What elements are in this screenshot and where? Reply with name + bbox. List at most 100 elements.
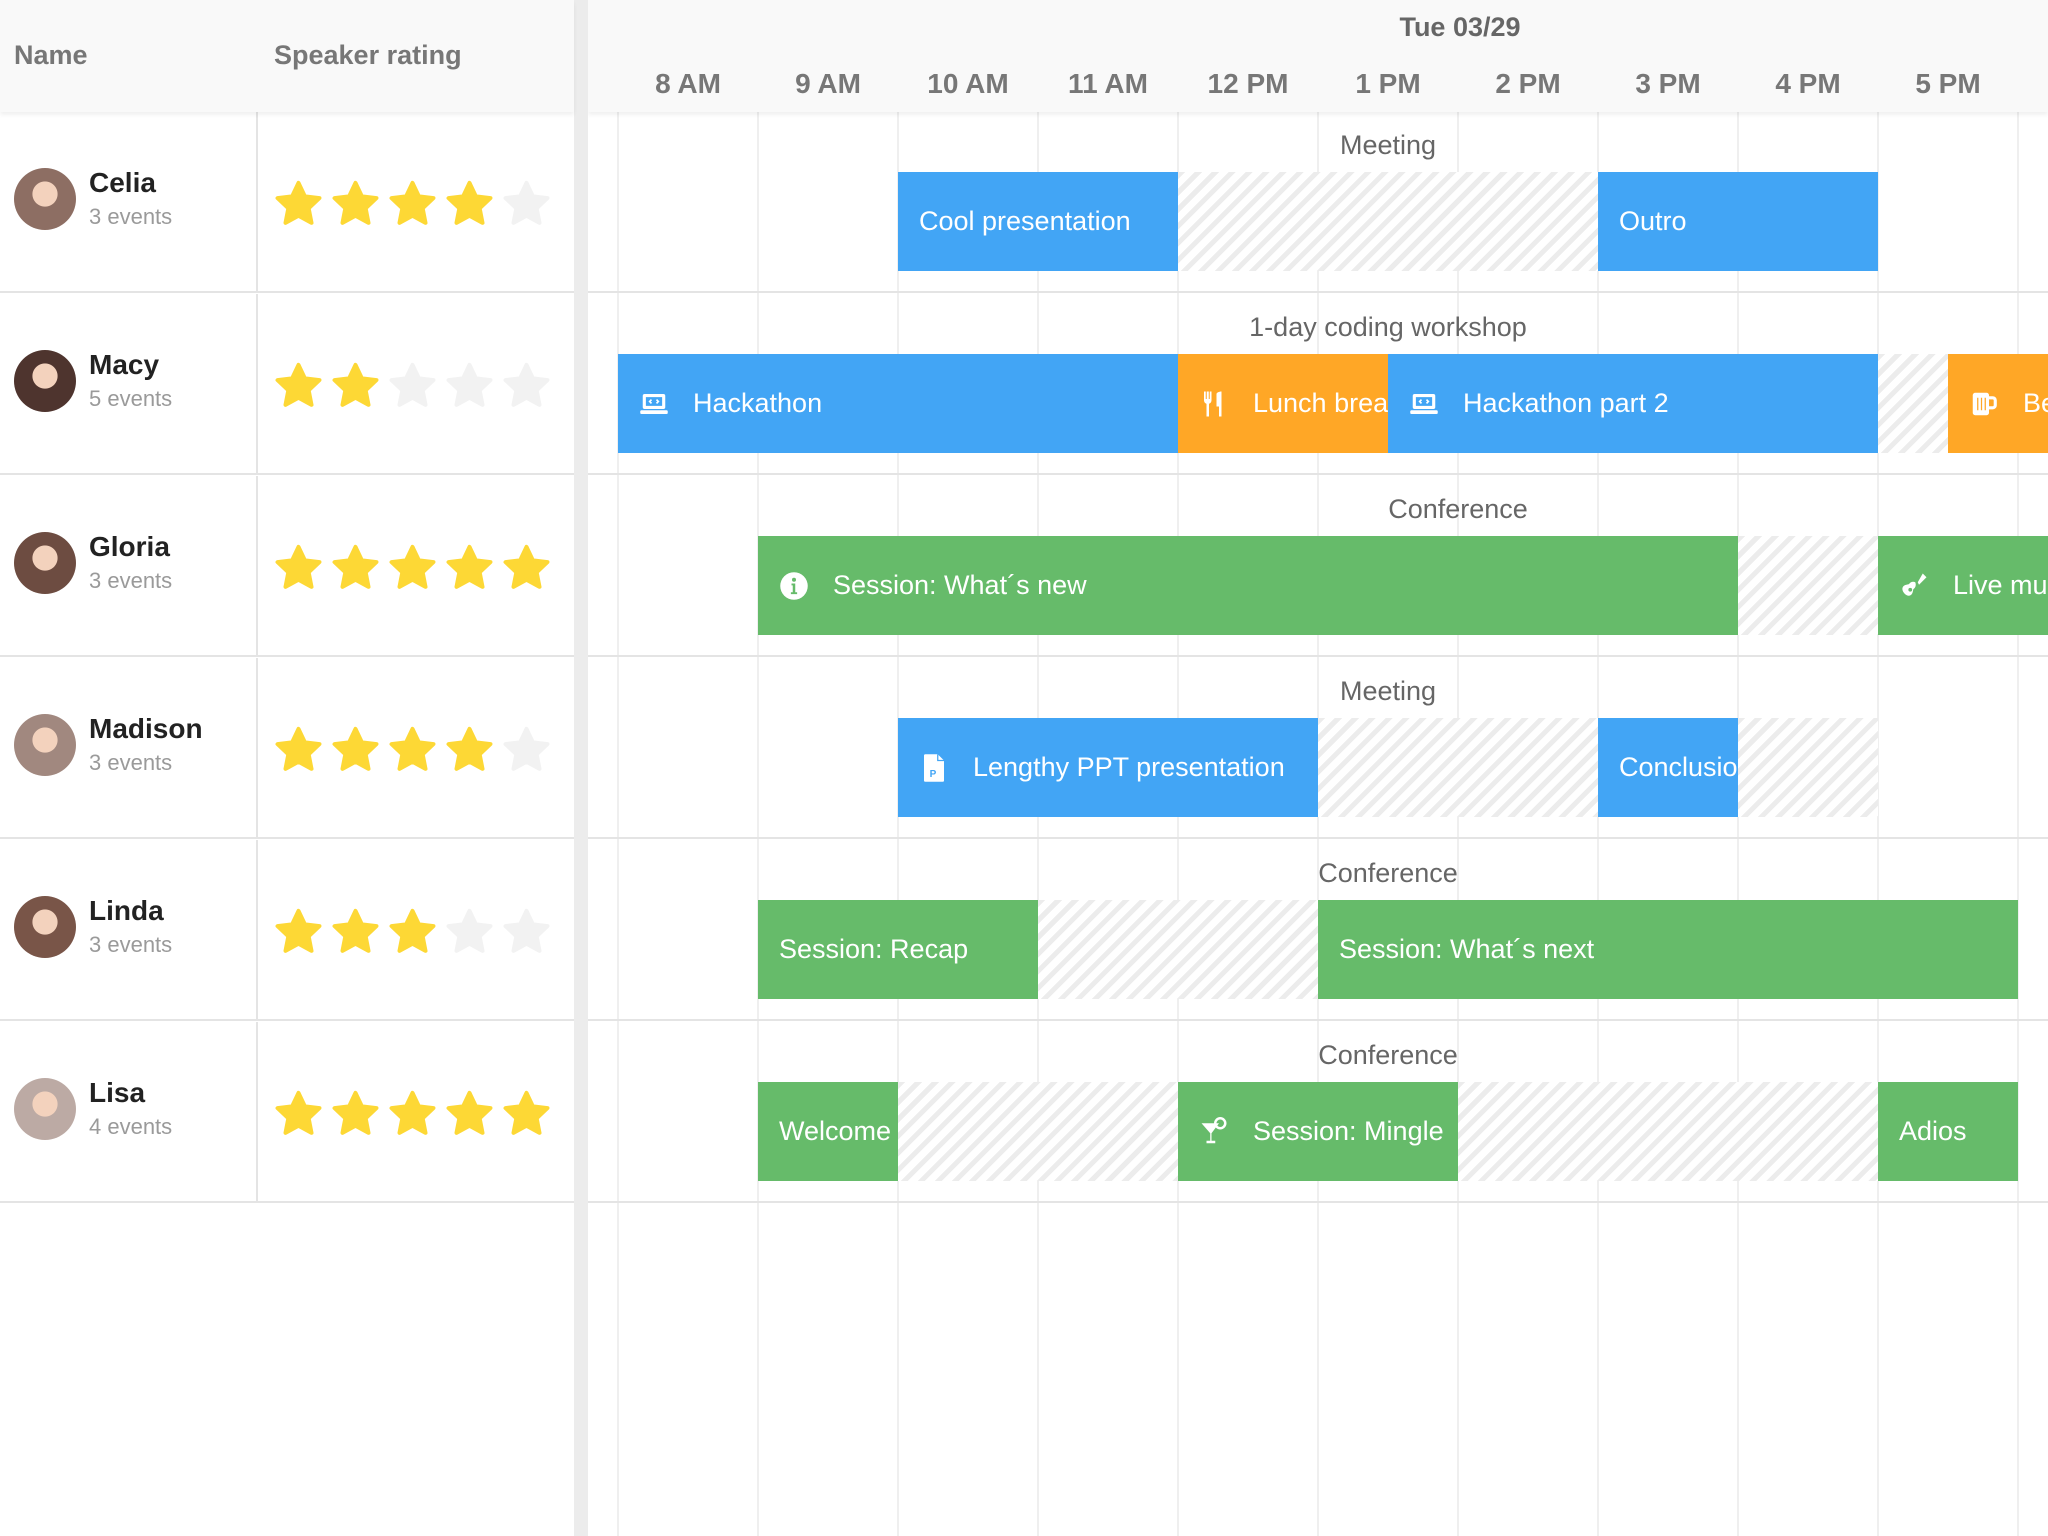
event-group-label: Meeting xyxy=(1339,676,1437,706)
resource-row[interactable]: Gloria 3 events xyxy=(0,476,574,657)
event-count: 4 events xyxy=(89,1114,173,1139)
travel-gap xyxy=(898,1082,1178,1181)
event-group-label: 1-day coding workshop xyxy=(1249,312,1527,342)
speaker-rating[interactable] xyxy=(272,360,553,418)
event-bar[interactable]: Session: Recap xyxy=(758,900,1038,999)
star-empty-icon[interactable] xyxy=(386,360,439,418)
travel-gap xyxy=(1038,900,1318,999)
resource-row[interactable]: Lisa 4 events xyxy=(0,1022,574,1203)
event-bar[interactable]: Session: What´s next xyxy=(1318,900,2018,999)
star-filled-icon[interactable] xyxy=(329,360,382,418)
event-bar[interactable]: Beer xyxy=(1948,354,2048,453)
svg-text:P: P xyxy=(930,768,937,779)
star-empty-icon[interactable] xyxy=(500,724,553,782)
resource-row[interactable]: Macy 5 events xyxy=(0,294,574,475)
star-filled-icon[interactable] xyxy=(386,178,439,236)
event-name: Lunch break xyxy=(1253,388,1388,418)
event-bar[interactable]: Live music xyxy=(1878,536,2048,635)
star-filled-icon[interactable] xyxy=(329,724,382,782)
event-bar[interactable]: Welcome xyxy=(758,1082,898,1181)
star-empty-icon[interactable] xyxy=(443,906,496,964)
event-bar[interactable]: P Lengthy PPT presentation xyxy=(898,718,1318,817)
resource-name: Lisa xyxy=(89,1077,146,1108)
event-name: Session: Recap xyxy=(779,934,969,964)
speaker-rating[interactable] xyxy=(272,178,553,236)
star-empty-icon[interactable] xyxy=(443,360,496,418)
event-bar[interactable]: Adios xyxy=(1878,1082,2018,1181)
star-filled-icon[interactable] xyxy=(500,1088,553,1146)
star-filled-icon[interactable] xyxy=(443,724,496,782)
resource-row[interactable]: Madison 3 events xyxy=(0,658,574,839)
star-empty-icon[interactable] xyxy=(500,178,553,236)
event-bar[interactable]: Hackathon xyxy=(618,354,1178,453)
resource-name: Celia xyxy=(89,167,156,198)
star-filled-icon[interactable] xyxy=(443,178,496,236)
hour-label: 11 AM xyxy=(1068,68,1148,99)
speaker-rating[interactable] xyxy=(272,542,553,600)
travel-gap xyxy=(1458,1082,1878,1181)
name-cell: Linda 3 events xyxy=(0,840,258,1019)
star-filled-icon[interactable] xyxy=(272,906,325,964)
event-bar[interactable]: Cool presentation xyxy=(898,172,1178,271)
event-bar[interactable]: Session: What´s new xyxy=(758,536,1738,635)
star-filled-icon[interactable] xyxy=(272,542,325,600)
event-group-label: Conference xyxy=(1318,858,1458,888)
star-filled-icon[interactable] xyxy=(272,360,325,418)
avatar xyxy=(14,714,76,776)
event-name: Adios xyxy=(1899,1116,1967,1146)
star-filled-icon[interactable] xyxy=(386,906,439,964)
event-name: Session: Mingle xyxy=(1253,1116,1444,1146)
hour-label: 12 PM xyxy=(1207,68,1289,99)
resource-row[interactable]: Linda 3 events xyxy=(0,840,574,1021)
star-empty-icon[interactable] xyxy=(500,360,553,418)
timeline-row: Conference Session: Recap Session: What´s … xyxy=(588,840,2048,1021)
star-filled-icon[interactable] xyxy=(329,178,382,236)
hour-label: 8 AM xyxy=(655,68,721,99)
name-cell: Madison 3 events xyxy=(0,658,258,837)
event-group-label: Meeting xyxy=(1339,130,1437,160)
star-empty-icon[interactable] xyxy=(500,906,553,964)
event-name: Session: What´s new xyxy=(833,570,1087,600)
star-filled-icon[interactable] xyxy=(386,542,439,600)
utensils-icon xyxy=(1199,389,1229,419)
speaker-rating[interactable] xyxy=(272,1088,553,1146)
resource-name: Madison xyxy=(89,713,203,744)
event-group-label: Conference xyxy=(1388,494,1528,524)
star-filled-icon[interactable] xyxy=(500,542,553,600)
star-filled-icon[interactable] xyxy=(329,1088,382,1146)
hour-label: 10 AM xyxy=(927,68,1009,99)
star-filled-icon[interactable] xyxy=(272,724,325,782)
event-group-label: Conference xyxy=(1318,1040,1458,1070)
star-filled-icon[interactable] xyxy=(329,906,382,964)
event-bar[interactable]: Hackathon part 2 xyxy=(1388,354,1878,453)
timeline-row: Conference Welcome Session: Mingle Adios xyxy=(588,1022,2048,1203)
travel-gap xyxy=(1738,718,1878,817)
star-filled-icon[interactable] xyxy=(386,724,439,782)
name-cell: Lisa 4 events xyxy=(0,1022,258,1201)
travel-gap xyxy=(1178,172,1598,271)
speaker-rating[interactable] xyxy=(272,906,553,964)
column-header-rating[interactable]: Speaker rating xyxy=(274,40,462,71)
resource-panel: Name Speaker rating Celia 3 events Macy 5 e… xyxy=(0,0,574,1536)
event-bar[interactable]: Lunch break xyxy=(1178,354,1388,453)
star-filled-icon[interactable] xyxy=(443,542,496,600)
event-bar[interactable]: Conclusion xyxy=(1598,718,1738,817)
resource-header: Name Speaker rating xyxy=(0,0,574,112)
timeline-row: Meeting Cool presentation Outro xyxy=(588,112,2048,293)
resource-row[interactable]: Celia 3 events xyxy=(0,112,574,293)
star-filled-icon[interactable] xyxy=(329,542,382,600)
event-bar[interactable]: Outro xyxy=(1598,172,1878,271)
star-filled-icon[interactable] xyxy=(272,1088,325,1146)
event-bar[interactable]: Session: Mingle xyxy=(1178,1082,1458,1181)
panel-splitter[interactable] xyxy=(574,0,588,1536)
star-filled-icon[interactable] xyxy=(272,178,325,236)
avatar xyxy=(14,532,76,594)
column-header-name[interactable]: Name xyxy=(14,40,88,71)
guitar-icon xyxy=(1899,571,1929,601)
name-cell: Macy 5 events xyxy=(0,294,258,473)
star-filled-icon[interactable] xyxy=(386,1088,439,1146)
event-name: Welcome xyxy=(779,1116,892,1146)
speaker-rating[interactable] xyxy=(272,724,553,782)
star-filled-icon[interactable] xyxy=(443,1088,496,1146)
timeline-row: Conference Session: What´s new Live music xyxy=(588,476,2048,657)
